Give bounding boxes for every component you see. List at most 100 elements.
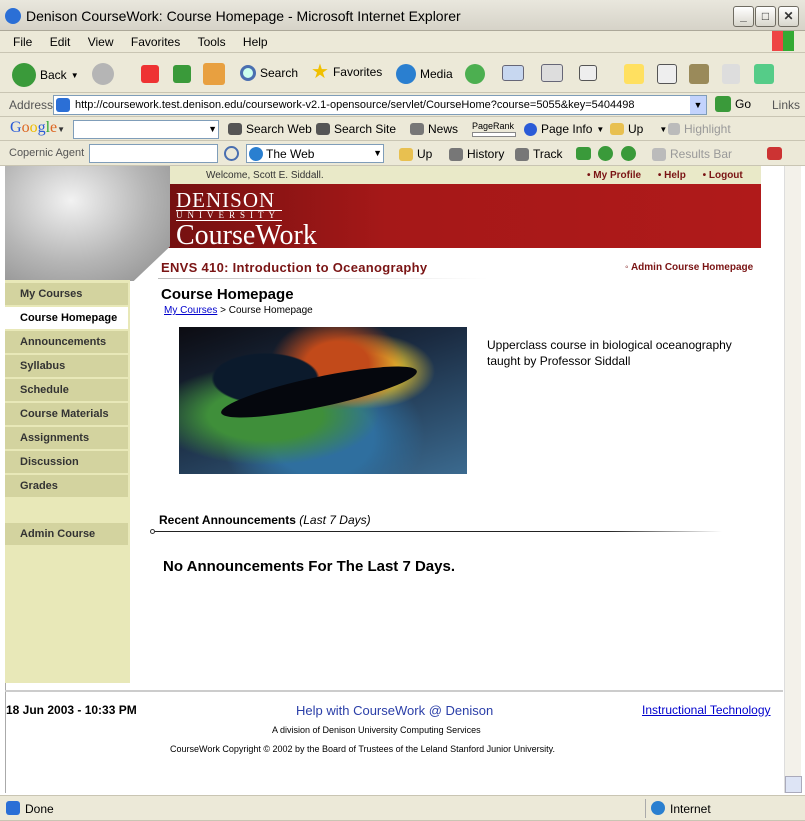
next-icon[interactable] xyxy=(621,146,636,161)
address-dropdown-icon[interactable]: ▼ xyxy=(690,96,706,114)
google-search-input[interactable]: ▼ xyxy=(73,120,219,139)
ie-icon xyxy=(5,8,21,24)
search-site-button[interactable]: Search Site xyxy=(316,122,396,136)
stop-icon[interactable] xyxy=(141,65,159,83)
menu-file[interactable]: File xyxy=(6,32,39,52)
copernic-scope-select[interactable]: The Web ▼ xyxy=(246,144,384,163)
nav-my-courses[interactable]: My Courses xyxy=(5,283,128,305)
status-bar: Done Internet xyxy=(0,795,805,821)
google-logo[interactable]: Google▼ xyxy=(10,119,65,137)
close-button[interactable]: ✕ xyxy=(778,6,799,27)
results-bar-label: Results Bar xyxy=(670,147,733,161)
help-coursework-link[interactable]: Help with CourseWork @ Denison xyxy=(296,703,493,718)
folder-up-icon xyxy=(610,123,624,135)
copernic-menu-icon[interactable] xyxy=(767,147,782,160)
copernic-search-icon[interactable] xyxy=(224,146,239,161)
menu-help[interactable]: Help xyxy=(236,32,275,52)
copernic-label: Copernic Agent xyxy=(9,147,85,159)
copernic-scope-value: The Web xyxy=(266,147,315,161)
tools-icon[interactable] xyxy=(689,64,709,84)
prev-icon[interactable] xyxy=(598,146,613,161)
media-button[interactable]: Media xyxy=(396,64,453,84)
menu-edit[interactable]: Edit xyxy=(43,32,78,52)
menu-favorites[interactable]: Favorites xyxy=(124,32,187,52)
mail-icon[interactable] xyxy=(502,65,524,81)
nav-syllabus[interactable]: Syllabus xyxy=(5,355,128,377)
page-title: Course Homepage xyxy=(161,286,294,303)
edit-icon[interactable] xyxy=(579,65,597,81)
copernic-search-input[interactable] xyxy=(89,144,218,163)
messenger-icon[interactable] xyxy=(754,64,774,84)
globe-icon xyxy=(249,147,263,161)
copernic-up-button[interactable]: Up xyxy=(399,147,432,161)
pagerank-label: PageRank xyxy=(472,121,515,131)
status-text: Done xyxy=(25,802,54,816)
binoculars-icon xyxy=(228,123,242,135)
news-icon xyxy=(410,123,424,135)
course-description: Upperclass course in biological oceanogr… xyxy=(487,338,732,368)
logout-link[interactable]: • Logout xyxy=(703,170,743,181)
address-input[interactable]: http://coursework.test.denison.edu/cours… xyxy=(53,95,707,115)
announcements-header: Recent Announcements (Last 7 Days) xyxy=(159,513,371,527)
search-web-button[interactable]: Search Web xyxy=(228,122,312,136)
print-icon[interactable] xyxy=(541,64,563,82)
admin-course-homepage-link[interactable]: ◦ Admin Course Homepage xyxy=(625,262,753,273)
maximize-button[interactable]: □ xyxy=(755,6,776,27)
scroll-down-button[interactable] xyxy=(785,776,802,793)
go-label: Go xyxy=(735,97,752,111)
breadcrumb-my-courses[interactable]: My Courses xyxy=(164,305,217,316)
footer-datetime: 18 Jun 2003 - 10:33 PM xyxy=(6,703,137,717)
pagerank-meter[interactable]: PageRank xyxy=(472,118,516,137)
pencil-icon[interactable] xyxy=(576,147,591,160)
nav-schedule[interactable]: Schedule xyxy=(5,379,128,401)
nav-announcements[interactable]: Announcements xyxy=(5,331,128,353)
results-bar-icon xyxy=(652,147,666,161)
nav-course-homepage[interactable]: Course Homepage xyxy=(5,307,128,329)
favorites-button[interactable]: ★ Favorites xyxy=(311,62,382,82)
nav-grades[interactable]: Grades xyxy=(5,475,128,497)
refresh-icon[interactable] xyxy=(173,65,191,83)
results-bar-button[interactable]: Results Bar xyxy=(652,147,732,161)
search-button[interactable]: Search xyxy=(240,65,298,81)
minimize-button[interactable]: _ xyxy=(733,6,754,27)
my-profile-link[interactable]: • My Profile xyxy=(587,170,641,181)
copernic-track-button[interactable]: Track xyxy=(515,147,563,161)
links-label[interactable]: Links xyxy=(772,98,800,112)
breadcrumb-separator: > xyxy=(220,305,226,316)
highlight-button[interactable]: Highlight xyxy=(668,122,731,136)
logo-denison: DENISON xyxy=(176,188,276,212)
window-titlebar: Denison CourseWork: Course Homepage - Mi… xyxy=(0,0,805,31)
go-arrow-icon xyxy=(715,96,731,112)
research-icon[interactable] xyxy=(657,64,677,84)
media-icon xyxy=(396,64,416,84)
left-nav: My Courses Course Homepage Announcements… xyxy=(5,280,130,683)
menu-view[interactable]: View xyxy=(81,32,121,52)
internet-zone-icon xyxy=(651,801,665,815)
nav-discussion[interactable]: Discussion xyxy=(5,451,128,473)
copernic-history-button[interactable]: History xyxy=(449,147,504,161)
no-announcements-message: No Announcements For The Last 7 Days. xyxy=(163,558,455,575)
note-icon[interactable] xyxy=(624,64,644,84)
search-label: Search xyxy=(260,66,299,80)
address-url: http://coursework.test.denison.edu/cours… xyxy=(75,99,635,111)
help-link[interactable]: • Help xyxy=(658,170,686,181)
go-button[interactable]: Go xyxy=(715,96,751,112)
person-icon[interactable] xyxy=(722,64,740,84)
logo-coursework: CourseWork xyxy=(176,220,317,251)
google-up-button[interactable]: Up ▼ xyxy=(610,122,667,136)
history-icon[interactable] xyxy=(465,64,485,84)
menu-tools[interactable]: Tools xyxy=(191,32,233,52)
news-button[interactable]: News xyxy=(410,122,458,136)
nav-assignments[interactable]: Assignments xyxy=(5,427,128,449)
home-icon[interactable] xyxy=(203,63,225,85)
vertical-scrollbar[interactable] xyxy=(784,166,802,793)
instructional-technology-link[interactable]: Instructional Technology xyxy=(642,703,771,717)
nav-course-materials[interactable]: Course Materials xyxy=(5,403,128,425)
back-button[interactable]: Back ▼ xyxy=(12,63,79,87)
page-info-button[interactable]: Page Info ▼ xyxy=(524,122,604,136)
denison-logo[interactable]: DENISON UNIVERSITY CourseWork xyxy=(176,188,317,251)
breadcrumb-current: Course Homepage xyxy=(228,305,313,316)
forward-arrow-icon[interactable] xyxy=(92,63,114,85)
nav-admin-course[interactable]: Admin Course xyxy=(5,523,128,545)
search-icon xyxy=(240,65,256,81)
